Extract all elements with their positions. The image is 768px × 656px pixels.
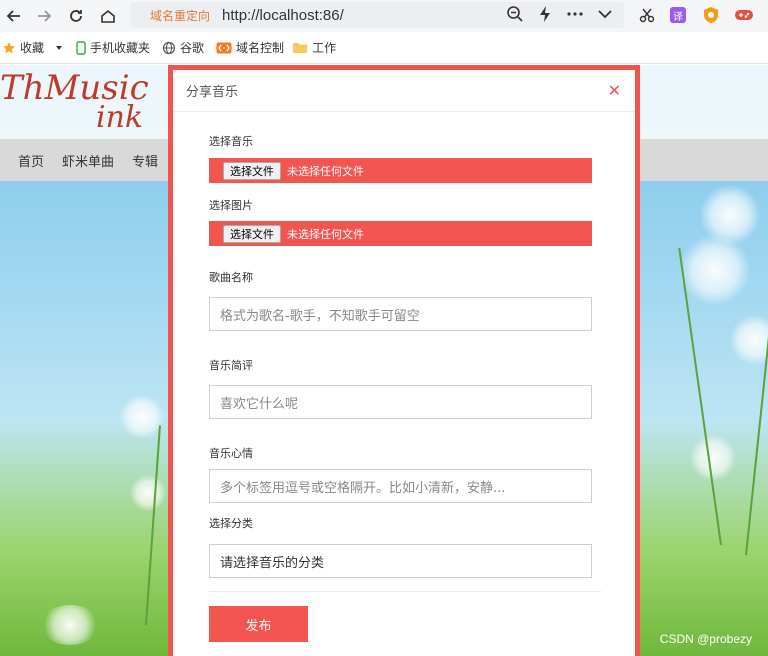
star-icon [3,41,15,53]
translate-icon[interactable]: 译 [667,4,689,26]
dandelion-decoration [130,475,166,511]
browser-toolbar: 域名重定向 http://localhost:86/ 译 [0,0,768,32]
reload-icon [70,10,82,22]
song-name-input[interactable]: 格式为歌名-歌手，不知歌手可留空 [209,297,592,331]
music-label: 选择音乐 [209,135,253,148]
reload-button[interactable] [64,4,88,28]
music-file-input[interactable]: 选择文件 未选择任何文件 [209,158,592,183]
mood-label: 音乐心情 [209,447,253,460]
music-file-status: 未选择任何文件 [287,164,364,178]
bookmark-google[interactable]: 谷歌 [162,39,204,56]
category-select[interactable]: 请选择音乐的分类 [209,544,592,578]
modal-title: 分享音乐 [186,85,239,100]
back-arrow-icon [6,10,20,22]
song-name-label: 歌曲名称 [209,271,253,284]
home-icon [101,9,115,23]
bracket-icon [216,42,232,53]
bookmark-domain-control[interactable]: 域名控制 [216,39,284,56]
image-file-input[interactable]: 选择文件 未选择任何文件 [209,221,592,246]
stem-decoration [145,425,161,626]
back-button[interactable] [2,4,26,28]
review-input[interactable]: 喜欢它什么呢 [209,385,592,419]
zoom-icon[interactable] [506,5,524,23]
gamepad-extension-icon[interactable] [733,4,755,26]
nav-item-singles[interactable]: 虾米单曲 [62,151,114,170]
address-bar[interactable]: 域名重定向 http://localhost:86/ [130,2,624,28]
redirect-label: 域名重定向 [150,8,211,23]
more-icon[interactable] [566,5,584,23]
image-file-button[interactable]: 选择文件 [223,224,281,243]
url-text[interactable]: http://localhost:86/ [222,7,344,24]
shield-extension-icon[interactable] [700,4,722,26]
close-icon[interactable]: ✕ [608,82,621,99]
phone-icon [76,40,86,55]
site-logo[interactable]: ThMusic ink [0,71,149,135]
share-music-modal: 分享音乐 ✕ 选择音乐 选择文件 未选择任何文件 选择图片 选择文件 未选择任何… [168,65,640,656]
bookmarks-bar: 收藏 手机收藏夹 谷歌 域名控制 工作 [0,32,768,64]
scissors-icon[interactable] [636,4,658,26]
nav-item-home[interactable]: 首页 [18,151,44,170]
nav-item-albums[interactable]: 专辑 [132,151,158,170]
lightning-icon[interactable] [536,5,554,23]
dandelion-decoration [120,395,164,439]
watermark: CSDN @probezy [659,632,752,646]
image-label: 选择图片 [209,199,253,212]
page-viewport: ThMusic ink 首页 虾米单曲 专辑 分享音乐 ✕ 选择音乐 选择文件 … [0,65,768,656]
category-label: 选择分类 [209,517,253,530]
dandelion-decoration [690,435,736,481]
bookmark-favorites[interactable]: 收藏 [2,39,64,56]
modal-header: 分享音乐 ✕ [173,70,635,112]
address-bar-actions [506,5,614,23]
form-divider [209,591,601,592]
bookmark-mobile[interactable]: 手机收藏夹 [76,39,150,56]
review-label: 音乐简评 [209,359,253,372]
dandelion-decoration [40,605,100,645]
forward-button[interactable] [32,4,56,28]
bookmark-work[interactable]: 工作 [292,39,336,56]
image-file-status: 未选择任何文件 [287,227,364,241]
globe-icon [162,41,176,54]
forward-arrow-icon [38,10,52,22]
mood-input[interactable]: 多个标签用逗号或空格隔开。比如小清新，安静... [209,469,592,503]
folder-icon [293,43,308,53]
music-file-button[interactable]: 选择文件 [223,161,281,180]
publish-button[interactable]: 发布 [209,606,308,642]
dropdown-caret-icon [56,45,63,50]
dandelion-decoration [730,315,768,365]
home-button[interactable] [96,4,120,28]
dandelion-decoration [680,235,750,305]
chevron-down-icon[interactable] [596,5,614,23]
